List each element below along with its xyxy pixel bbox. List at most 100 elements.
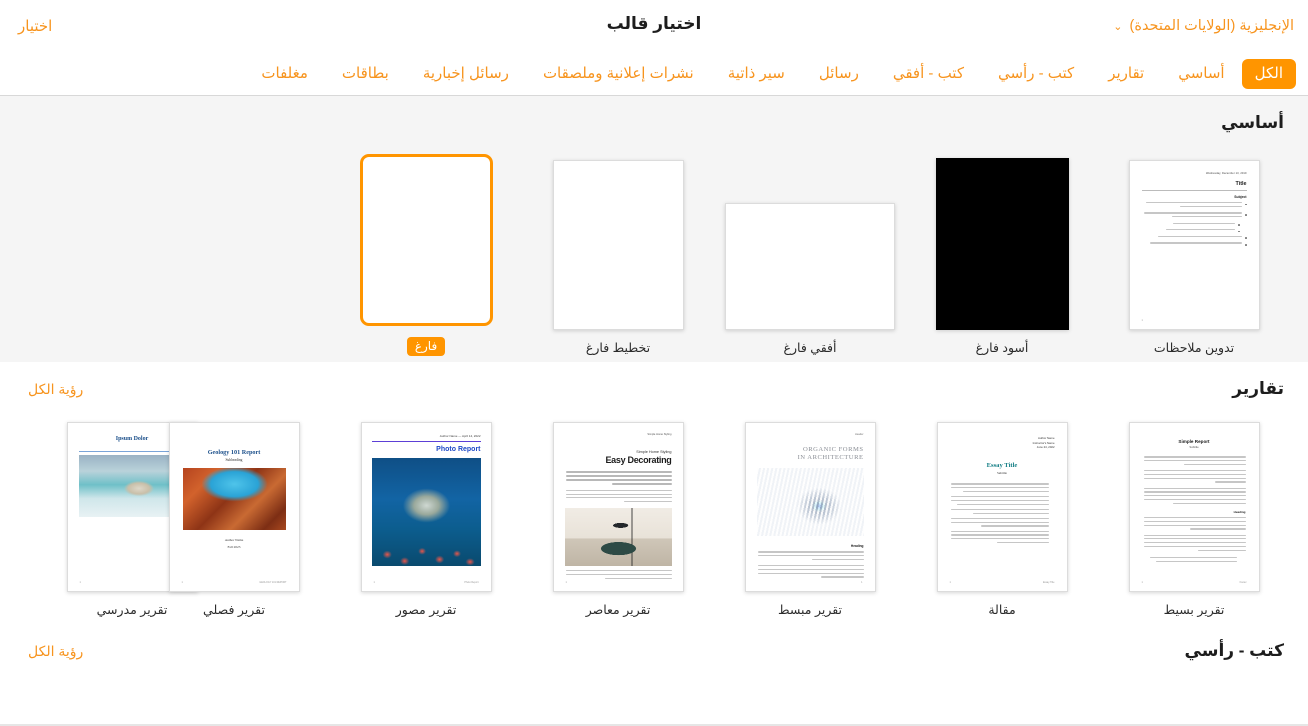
tab-9[interactable]: بطاقات [325, 60, 406, 88]
tab-0[interactable]: الكل [1242, 59, 1296, 89]
template-label: تدوين ملاحظات [1154, 341, 1234, 356]
section-reports-title: تقارير [1232, 379, 1284, 399]
doc-subtitle: Subtitle [1143, 445, 1246, 449]
tab-8[interactable]: رسائل إخبارية [406, 60, 526, 88]
thumbnail-wrap: Author Name — April 14, 2022 Photo Repor… [361, 406, 492, 592]
tab-7[interactable]: نشرات إعلانية وملصقات [526, 60, 711, 88]
thumbnail-wrap: Wednesday, December 13, 2019 Title Subje… [1129, 144, 1260, 330]
language-dropdown-label: الإنجليزية (الولايات المتحدة) [1130, 18, 1294, 34]
template-thumbnail-architecture: Header ORGANIC FORMS IN ARCHITECTURE Hea… [745, 422, 876, 592]
section-books-vertical-header: كتب - رأسي رؤية الكل [0, 624, 1308, 668]
window-header: اختيار اختيار قالب الإنجليزية (الولايات … [0, 0, 1308, 96]
template-thumbnail-note-taking: Wednesday, December 13, 2019 Title Subje… [1129, 160, 1260, 330]
doc-title-line2: IN ARCHITECTURE [757, 454, 864, 461]
section-basic-title: أساسي [1221, 113, 1284, 133]
doc-page-number: 1 [950, 581, 951, 584]
template-tile-simplified-report[interactable]: Header ORGANIC FORMS IN ARCHITECTURE Hea… [714, 406, 906, 624]
section-reports-row: Ipsum Dolor Lorem Ipsum1 تقرير مدرسي [0, 406, 1308, 624]
section-reports: تقارير رؤية الكل Ipsum Dolor Lorem I [0, 362, 1308, 624]
doc-byline: Author Name — April 14, 2022 [372, 434, 481, 438]
doc-footer: Footer [1240, 581, 1247, 584]
template-tile-blank-layout[interactable]: تخطيط فارغ [522, 144, 714, 362]
doc-heading: Heading [757, 544, 864, 548]
template-label: أسود فارغ [976, 341, 1029, 356]
doc-image-canyon [183, 468, 286, 530]
thumbnail-wrap: Geology 101 Report Subheading Author Nam… [169, 406, 300, 592]
doc-kicker: Simple Home Styling [565, 450, 672, 454]
doc-image-bedroom [565, 508, 672, 566]
template-thumbnail-blank-selected [360, 154, 493, 326]
template-label: أفقي فارغ [784, 341, 837, 356]
doc-date: Wednesday, December 13, 2019 [1142, 172, 1247, 175]
language-dropdown[interactable]: الإنجليزية (الولايات المتحدة) ⌄ [1109, 16, 1298, 36]
template-tile-blank-black[interactable]: أسود فارغ [906, 144, 1098, 362]
doc-footer: Photo Report [464, 581, 478, 584]
template-label: تخطيط فارغ [586, 341, 650, 356]
doc-page-number: 1 [1142, 319, 1143, 322]
tab-10[interactable]: مغلفات [244, 60, 325, 88]
doc-date: June 24, 2022 [950, 445, 1055, 449]
see-all-books-vertical-button[interactable]: رؤية الكل [24, 641, 87, 662]
doc-title: Essay Title [950, 462, 1055, 469]
doc-title: Simple Report [1143, 439, 1246, 444]
category-tab-bar: الكلأساسيتقاريركتب - رأسيكتب - أفقيرسائل… [0, 52, 1308, 95]
see-all-reports-button[interactable]: رؤية الكل [24, 379, 87, 400]
doc-image-architecture [757, 468, 864, 536]
section-basic-row: Wednesday, December 13, 2019 Title Subje… [0, 140, 1308, 362]
doc-author: Author Name [183, 538, 286, 542]
doc-page-number: 1 [374, 581, 375, 584]
header-top-row: اختيار اختيار قالب الإنجليزية (الولايات … [0, 0, 1308, 52]
doc-eyebrow: Simple Home Styling [565, 433, 672, 436]
doc-rule [1142, 190, 1247, 191]
doc-page-number: 1 [566, 581, 567, 584]
tab-6[interactable]: سير ذاتية [711, 60, 802, 88]
template-label: تقرير معاصر [586, 603, 651, 618]
tab-5[interactable]: رسائل [802, 60, 876, 88]
template-label: تقرير مبسط [778, 603, 842, 618]
template-thumbnail-geology: Geology 101 Report Subheading Author Nam… [169, 422, 300, 592]
template-tile-photo-report[interactable]: Author Name — April 14, 2022 Photo Repor… [330, 406, 522, 624]
thumbnail-wrap: Simple Home Styling Simple Home Styling … [553, 406, 684, 592]
section-books-vertical-title: كتب - رأسي [1185, 641, 1284, 661]
template-thumbnail-blank-layout [553, 160, 684, 330]
template-chooser-window: اختيار اختيار قالب الإنجليزية (الولايات … [0, 0, 1308, 726]
thumbnail-wrap [360, 140, 493, 326]
doc-title: Geology 101 Report [183, 449, 286, 456]
section-basic-header: أساسي [0, 96, 1308, 140]
doc-heading: Heading [1143, 510, 1246, 514]
doc-title-line1: ORGANIC FORMS [757, 446, 864, 453]
section-reports-header: تقارير رؤية الكل [0, 362, 1308, 406]
template-tile-note-taking[interactable]: Wednesday, December 13, 2019 Title Subje… [1098, 144, 1290, 362]
doc-eyebrow: Header [757, 433, 864, 436]
doc-term: Fall 2023 [183, 545, 286, 549]
doc-footer: Essay Title [1043, 581, 1055, 584]
doc-footer: GEOLOGY 101 REPORT [259, 581, 286, 584]
doc-title: Photo Report [372, 446, 481, 453]
template-tile-essay[interactable]: Author Name Instructor's Name June 24, 2… [906, 406, 1098, 624]
tab-4[interactable]: كتب - أفقي [876, 60, 981, 88]
doc-title: Title [1142, 181, 1247, 187]
doc-subtitle: Subheading [183, 458, 286, 462]
tab-3[interactable]: كتب - رأسي [981, 60, 1091, 88]
tab-2[interactable]: تقارير [1091, 60, 1161, 88]
section-books-vertical: كتب - رأسي رؤية الكل [0, 624, 1308, 668]
template-scroll-area[interactable]: أساسي Wednesday, December 13, 2019 Title… [0, 96, 1308, 726]
template-thumbnail-blank-landscape [725, 203, 895, 330]
template-label-selected: فارغ [407, 337, 445, 356]
template-thumbnail-home-styling: Simple Home Styling Simple Home Styling … [553, 422, 684, 592]
template-label: تقرير مصور [396, 603, 457, 618]
thumbnail-wrap: Simple Report Subtitle Heading [1129, 406, 1260, 592]
template-tile-simple-report[interactable]: Simple Report Subtitle Heading [1098, 406, 1290, 624]
doc-page-number: 1 [80, 581, 81, 584]
template-thumbnail-photo-report: Author Name — April 14, 2022 Photo Repor… [361, 422, 492, 592]
section-basic: أساسي Wednesday, December 13, 2019 Title… [0, 96, 1308, 362]
doc-subtitle: Subtitle [950, 471, 1055, 475]
thumbnail-wrap [725, 144, 895, 330]
doc-image-sea-turtle [372, 458, 481, 566]
tab-1[interactable]: أساسي [1161, 60, 1241, 88]
template-tile-blank-landscape[interactable]: أفقي فارغ [714, 144, 906, 362]
thumbnail-wrap [936, 144, 1069, 330]
template-tile-contemporary-report[interactable]: Simple Home Styling Simple Home Styling … [522, 406, 714, 624]
doc-page-number: 1 [861, 581, 862, 584]
template-tile-blank[interactable]: فارغ [330, 140, 522, 362]
